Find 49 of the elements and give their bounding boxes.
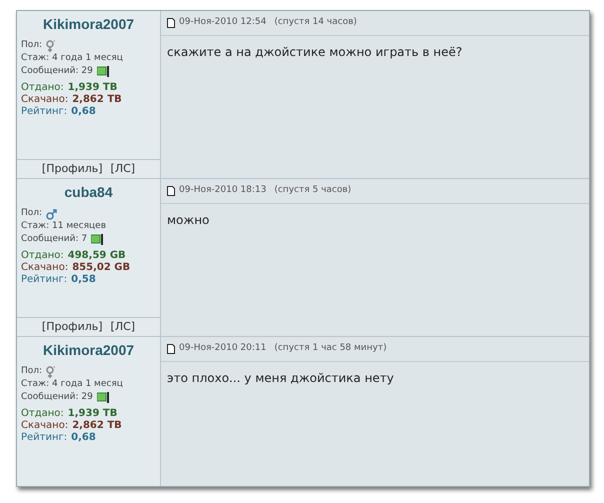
message-link[interactable]: [ЛС] xyxy=(110,318,136,335)
message-count: Сообщений: 29 xyxy=(21,391,93,404)
downloaded-label: Скачано: xyxy=(21,94,68,106)
profile-link[interactable]: [Профиль] xyxy=(42,318,103,335)
downloaded-value: 855,02 GB xyxy=(72,262,130,274)
downloaded-value: 2,862 TB xyxy=(72,420,122,432)
post-text: это плохо... у меня джойстика нету xyxy=(166,370,395,386)
uploaded-label: Отдано: xyxy=(21,82,64,94)
post-date[interactable]: 09-Ноя-2010 18:13 xyxy=(179,184,266,198)
rating-label: Рейтинг: xyxy=(21,432,68,444)
username[interactable]: cuba84 xyxy=(17,179,160,203)
message-count: Сообщений: 29 xyxy=(21,65,93,78)
username[interactable]: Kikimora2007 xyxy=(17,11,160,35)
rating-label: Рейтинг: xyxy=(21,274,68,286)
message-count: Сообщений: 7 xyxy=(21,233,88,246)
post-date[interactable]: 09-Ноя-2010 12:54 xyxy=(179,16,266,30)
rank-icon xyxy=(91,234,104,245)
gender-label: Пол: xyxy=(21,365,42,378)
uploaded-value: 1,939 TB xyxy=(68,408,118,420)
message-link[interactable]: [ЛС] xyxy=(110,160,136,177)
post-text: скажите а на джойстике можно играть в неё? xyxy=(166,44,464,60)
downloaded-label: Скачано: xyxy=(21,262,68,274)
elapsed-time: (спустя 14 часов) xyxy=(274,16,357,29)
uploaded-value: 498,59 GB xyxy=(68,250,126,262)
tenure-text: Стаж: 4 года 1 месяц xyxy=(20,52,124,65)
gender-label: Пол: xyxy=(21,39,42,52)
uploaded-label: Отдано: xyxy=(21,408,64,420)
rating-label: Рейтинг: xyxy=(21,106,68,118)
tenure-text: Стаж: 4 года 1 месяц xyxy=(20,378,124,391)
profile-link[interactable]: [Профиль] xyxy=(42,160,103,177)
downloaded-label: Скачано: xyxy=(21,420,68,432)
rating-value: 0,58 xyxy=(71,274,96,286)
rating-value: 0,68 xyxy=(71,432,96,444)
downloaded-value: 2,862 TB xyxy=(72,94,122,106)
document-icon xyxy=(167,344,175,354)
elapsed-time: (спустя 1 час 58 минут) xyxy=(274,342,387,355)
post-text: можно xyxy=(166,212,210,228)
document-icon xyxy=(167,186,175,196)
username[interactable]: Kikimora2007 xyxy=(17,337,160,361)
post-date[interactable]: 09-Ноя-2010 20:11 xyxy=(179,342,266,356)
elapsed-time: (спустя 5 часов) xyxy=(274,184,352,197)
gender-label: Пол: xyxy=(21,207,42,220)
uploaded-value: 1,939 TB xyxy=(68,82,118,94)
rank-icon xyxy=(96,66,109,77)
rating-value: 0,68 xyxy=(71,106,96,118)
rank-icon xyxy=(96,392,109,403)
tenure-text: Стаж: 11 месяцев xyxy=(20,220,108,233)
uploaded-label: Отдано: xyxy=(21,250,64,262)
document-icon xyxy=(167,18,175,28)
